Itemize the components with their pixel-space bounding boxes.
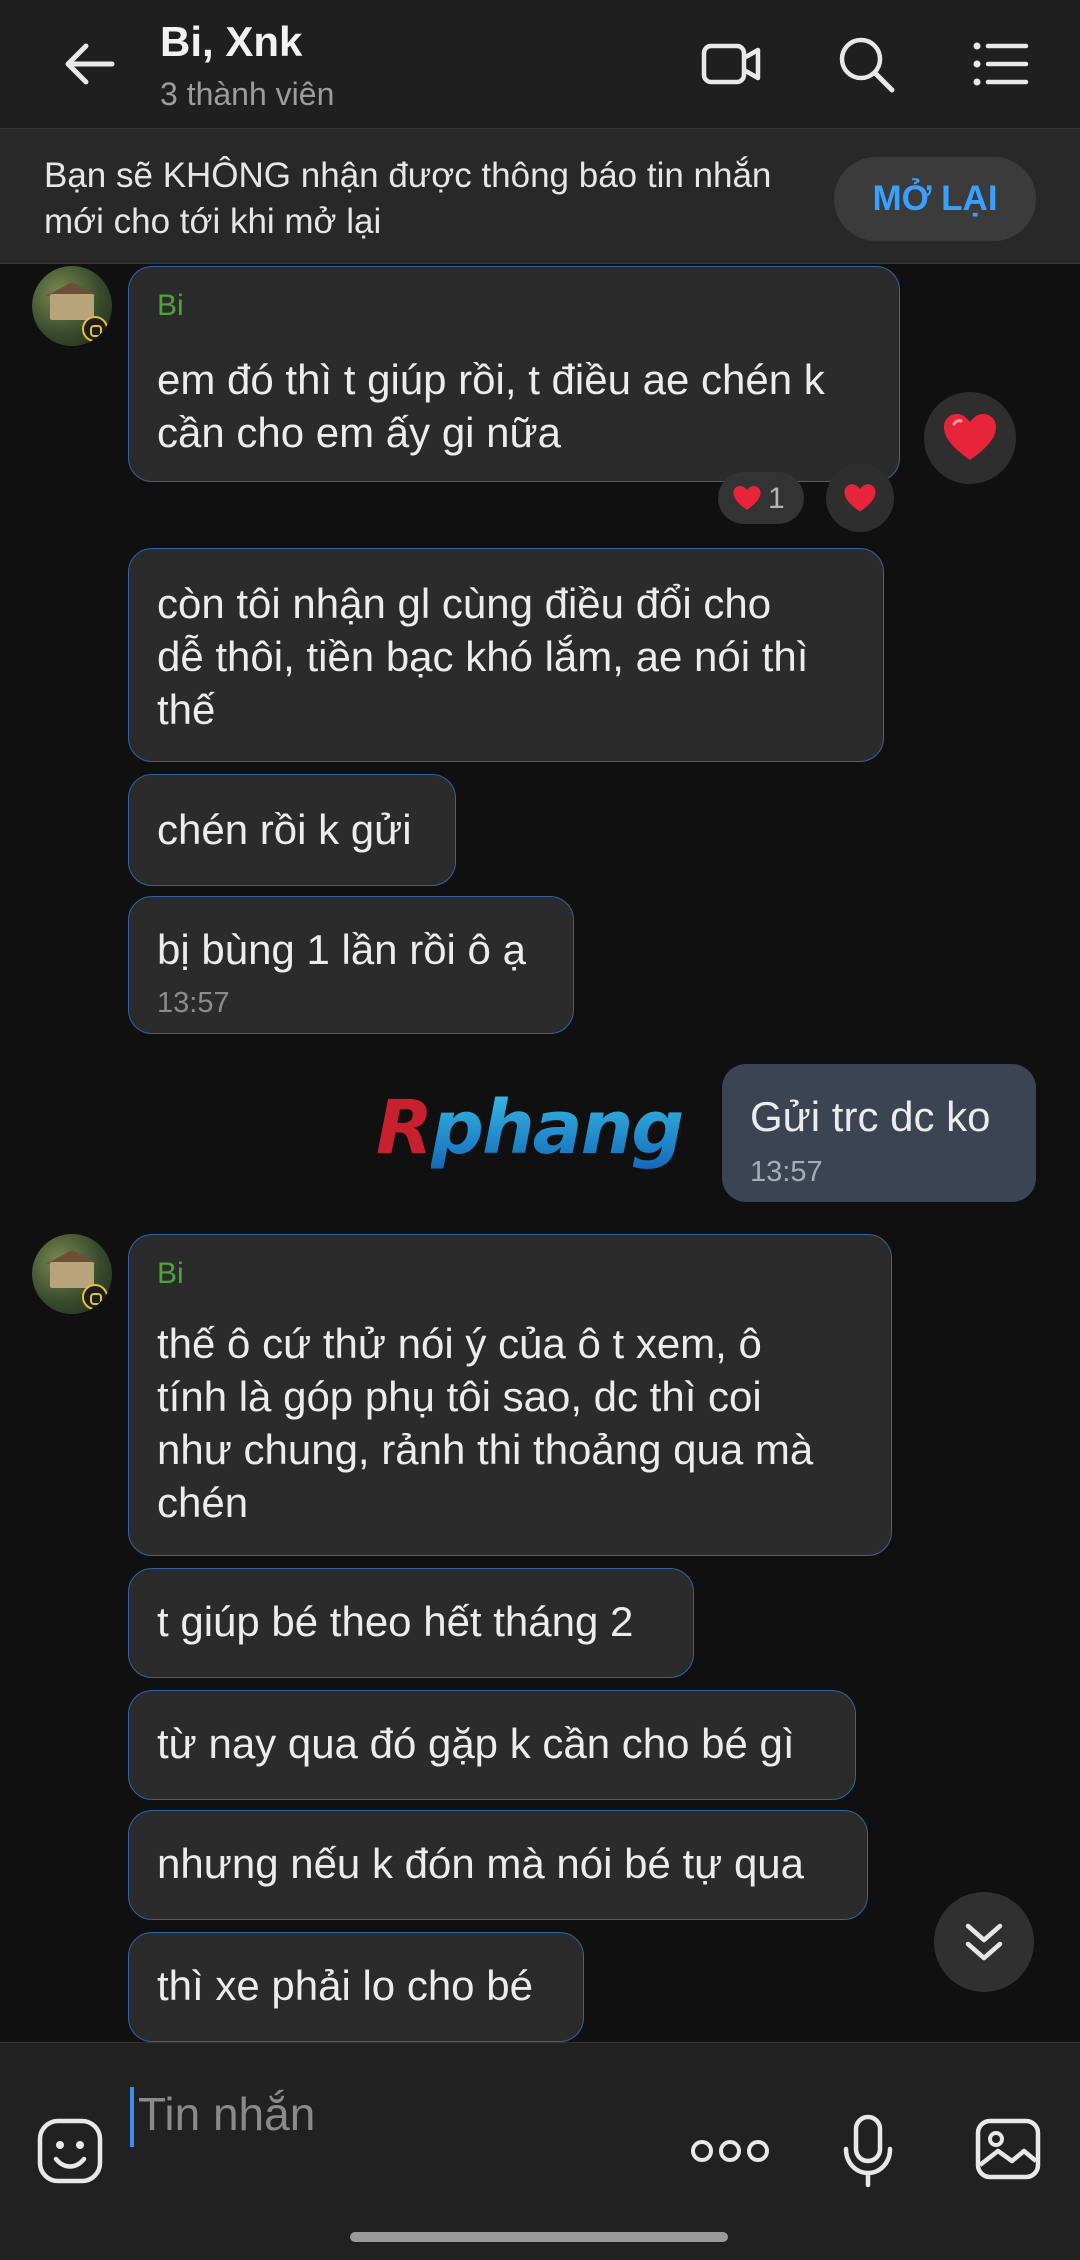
search-button[interactable] [834, 32, 898, 96]
key-badge-icon [82, 316, 108, 342]
reopen-notifications-button[interactable]: MỞ LẠI [834, 157, 1036, 241]
message-bubble[interactable]: chén rồi k gửi [128, 774, 456, 886]
message-time: 13:57 [750, 1156, 823, 1188]
sender-name: Bi [157, 289, 184, 322]
sender-avatar[interactable] [32, 266, 112, 346]
back-button[interactable] [58, 34, 122, 94]
text-caret [130, 2087, 134, 2147]
microphone-icon [843, 2114, 893, 2188]
voice-message-button[interactable] [842, 2113, 894, 2189]
image-gallery-icon [975, 2118, 1041, 2180]
search-icon [839, 37, 895, 93]
muted-notice-text: Bạn sẽ KHÔNG nhận được thông báo tin nhắ… [44, 156, 772, 241]
menu-button[interactable] [968, 32, 1032, 96]
reaction-summary[interactable]: 1 [718, 472, 804, 524]
message-bubble[interactable]: còn tôi nhận gl cùng điều đổi cho dễ thô… [128, 548, 884, 762]
message-bubble[interactable]: Bi thế ô cứ thử nói ý của ô t xem, ô tín… [128, 1234, 892, 1556]
add-reaction-button[interactable] [924, 392, 1016, 484]
home-indicator[interactable] [350, 2232, 728, 2242]
message-text: còn tôi nhận gl cùng điều đổi cho dễ thô… [157, 580, 809, 733]
list-menu-icon [973, 42, 1029, 86]
watermark-logo: Rphang [376, 1085, 684, 1171]
more-dots-icon [691, 2140, 769, 2162]
message-text: nhưng nếu k đón mà nói bé tự qua [157, 1840, 805, 1887]
message-text: t giúp bé theo hết tháng 2 [157, 1598, 634, 1645]
message-text: thì xe phải lo cho bé [157, 1962, 533, 2009]
image-picker-button[interactable] [974, 2115, 1042, 2183]
muted-notice-bar: Bạn sẽ KHÔNG nhận được thông báo tin nhắ… [0, 128, 1080, 264]
message-bubble[interactable]: t giúp bé theo hết tháng 2 [128, 1568, 694, 1678]
double-chevron-down-icon [965, 1923, 1003, 1961]
my-message-bubble[interactable]: Gửi trc dc ko 13:57 [722, 1064, 1036, 1202]
message-text: từ nay qua đó gặp k cần cho bé gì [157, 1720, 795, 1767]
sender-avatar[interactable] [32, 1234, 112, 1314]
back-arrow-icon [65, 43, 115, 85]
chat-header: Bi, Xnk 3 thành viên [0, 0, 1080, 128]
video-call-button[interactable] [700, 32, 764, 96]
message-bubble[interactable]: thì xe phải lo cho bé [128, 1932, 584, 2042]
message-input[interactable]: Tin nhắn [130, 2073, 650, 2163]
message-text: bị bùng 1 lần rồi ô ạ [157, 926, 526, 973]
react-heart-button[interactable] [826, 464, 894, 532]
message-bubble[interactable]: từ nay qua đó gặp k cần cho bé gì [128, 1690, 856, 1800]
message-text: em đó thì t giúp rồi, t điều ae chén k c… [157, 356, 825, 456]
chat-title[interactable]: Bi, Xnk [160, 18, 302, 66]
heart-icon [944, 414, 996, 460]
scroll-to-bottom-button[interactable] [934, 1892, 1034, 1992]
message-text: thế ô cứ thử nói ý của ô t xem, ô tính l… [157, 1320, 814, 1526]
member-count: 3 thành viên [160, 76, 335, 112]
key-badge-icon [82, 1284, 108, 1310]
sender-name: Bi [157, 1257, 184, 1290]
sticker-button[interactable] [36, 2117, 104, 2185]
reaction-count: 1 [768, 482, 785, 515]
message-input-placeholder: Tin nhắn [138, 2088, 316, 2140]
message-text: Gửi trc dc ko [750, 1093, 991, 1140]
message-text: chén rồi k gửi [157, 806, 412, 853]
message-bubble[interactable]: Bi em đó thì t giúp rồi, t điều ae chén … [128, 266, 900, 482]
sticker-smile-icon [37, 2118, 103, 2184]
message-time: 13:57 [157, 987, 230, 1019]
more-options-button[interactable] [690, 2131, 770, 2171]
heart-icon [844, 484, 876, 512]
heart-icon [733, 486, 761, 510]
message-input-bar: Tin nhắn [0, 2042, 1080, 2260]
video-camera-icon [701, 43, 761, 85]
message-bubble[interactable]: bị bùng 1 lần rồi ô ạ 13:57 [128, 896, 574, 1034]
message-bubble[interactable]: nhưng nếu k đón mà nói bé tự qua [128, 1810, 868, 1920]
